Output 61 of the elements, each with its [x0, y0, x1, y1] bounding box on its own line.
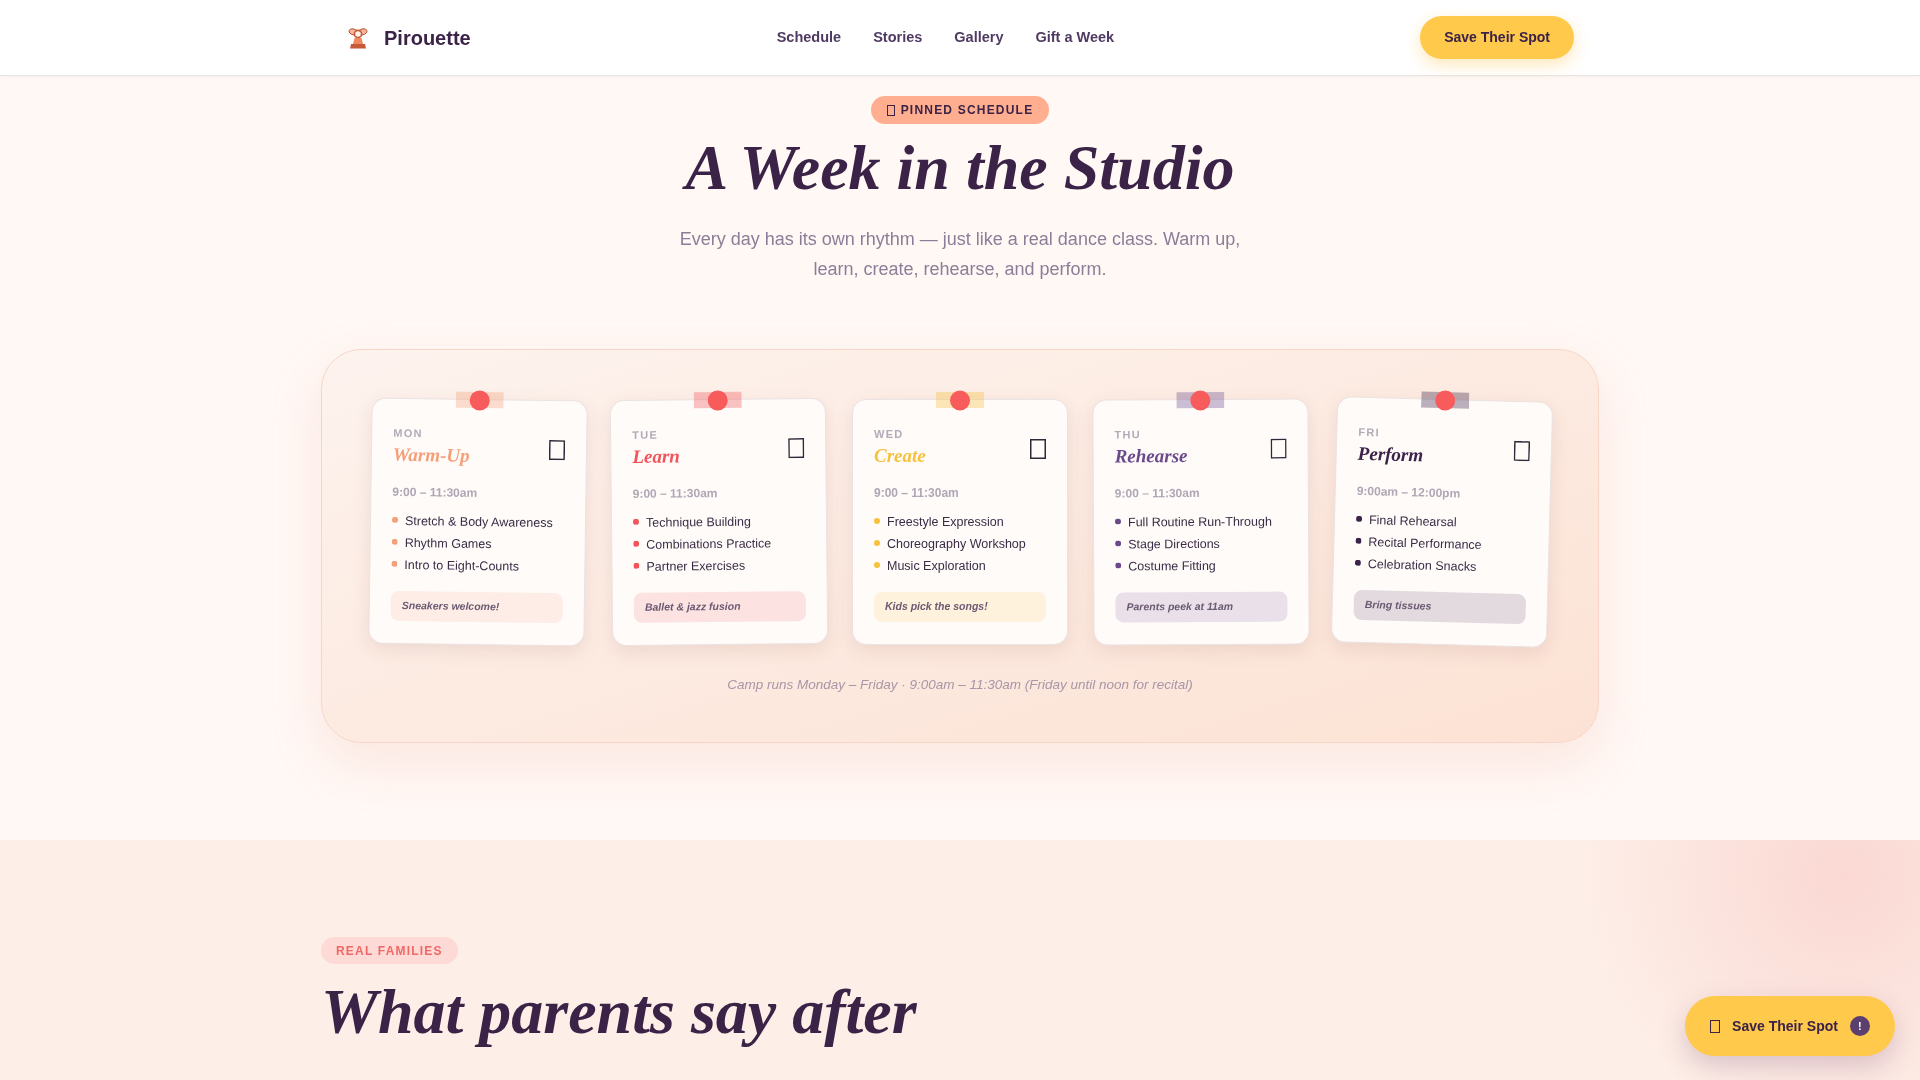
section-badge: REAL FAMILIES [321, 937, 458, 964]
activity-text: Music Exploration [887, 557, 986, 575]
pin-tape-icon [455, 389, 504, 412]
day-title: Warm-Up [392, 442, 470, 468]
day-title: Perform [1357, 441, 1424, 468]
section-title: What parents say after [321, 975, 917, 1049]
nav-link[interactable]: Schedule [776, 26, 842, 49]
empty-box-icon [886, 104, 895, 116]
time-label: 9:00 – 11:30am [1114, 485, 1201, 503]
empty-box-icon [1030, 439, 1046, 459]
nav-link[interactable]: Gift a Week [1035, 26, 1115, 49]
activity-text: Recital Performance [1368, 533, 1482, 554]
brand-name: Pirouette [384, 25, 471, 51]
footnote-text: Camp runs Monday – Friday · 9:00am – 11:30am (Friday until noon for recital) [727, 676, 1193, 694]
time-label: 9:00 – 11:30am [874, 485, 960, 502]
nav-link[interactable]: Stories [873, 26, 923, 49]
note-tag: Parents peek at 11am [1115, 591, 1288, 623]
alert-badge: ! [1849, 1016, 1870, 1036]
empty-box-icon [548, 440, 566, 461]
activity-text: Costume Fitting [1128, 557, 1216, 575]
empty-box-icon [1710, 1019, 1721, 1033]
activity-text: Full Routine Run-Through [1127, 513, 1272, 531]
note-tag: Ballet & jazz fusion [633, 591, 807, 623]
day-label: WED [874, 427, 905, 442]
time-label: 9:00am – 12:00pm [1356, 482, 1462, 503]
time-label: 9:00 – 11:30am [392, 483, 479, 502]
day-title: Rehearse [1114, 444, 1188, 469]
day-title: Create [874, 444, 926, 468]
note-tag: Sneakers welcome! [390, 590, 563, 624]
day-label: THU [1114, 427, 1143, 443]
activity-text: Final Rehearsal [1368, 511, 1457, 531]
activity-text: Technique Building [645, 513, 752, 532]
nav-link[interactable]: Gallery [954, 26, 1004, 49]
activity-text: Celebration Snacks [1367, 555, 1477, 576]
badge-text: PINNED SCHEDULE [900, 102, 1034, 119]
empty-box-icon [1513, 440, 1531, 462]
figure-icon [346, 25, 370, 50]
pin-tape-icon [1420, 389, 1470, 412]
empty-box-icon [788, 438, 805, 459]
hero-subtitle: Every day has its own rhythm — just like a real dance class. Warm up, learn, create, rehearse, and perform. [678, 228, 1242, 281]
activity-text: Choreography Workshop [887, 535, 1026, 553]
activity-text: Combinations Practice [646, 535, 772, 554]
day-title: Learn [632, 444, 680, 469]
activity-text: Freestyle Expression [887, 513, 1004, 531]
time-label: 9:00 – 11:30am [632, 485, 719, 503]
activity-text: Rhythm Games [404, 534, 492, 553]
note-tag: Bring tissues [1353, 589, 1527, 625]
activity-text: Stage Directions [1128, 535, 1220, 553]
activity-text: Partner Exercises [646, 557, 746, 576]
save-spot-button[interactable]: Save Their Spot [1420, 16, 1574, 59]
day-label: MON [393, 425, 424, 442]
empty-box-icon [1270, 438, 1287, 459]
activity-text: Intro to Eight-Counts [404, 556, 520, 576]
activity-text: Stretch & Body Awareness [404, 512, 553, 532]
pin-tape-icon [936, 390, 984, 411]
note-tag: Kids pick the songs! [874, 592, 1046, 622]
pin-tape-icon [693, 389, 742, 412]
day-label: FRI [1358, 424, 1382, 441]
pin-tape-icon [1176, 389, 1225, 412]
day-label: TUE [632, 427, 660, 443]
floating-save-button[interactable]: Save Their Spot ! [1685, 996, 1895, 1056]
